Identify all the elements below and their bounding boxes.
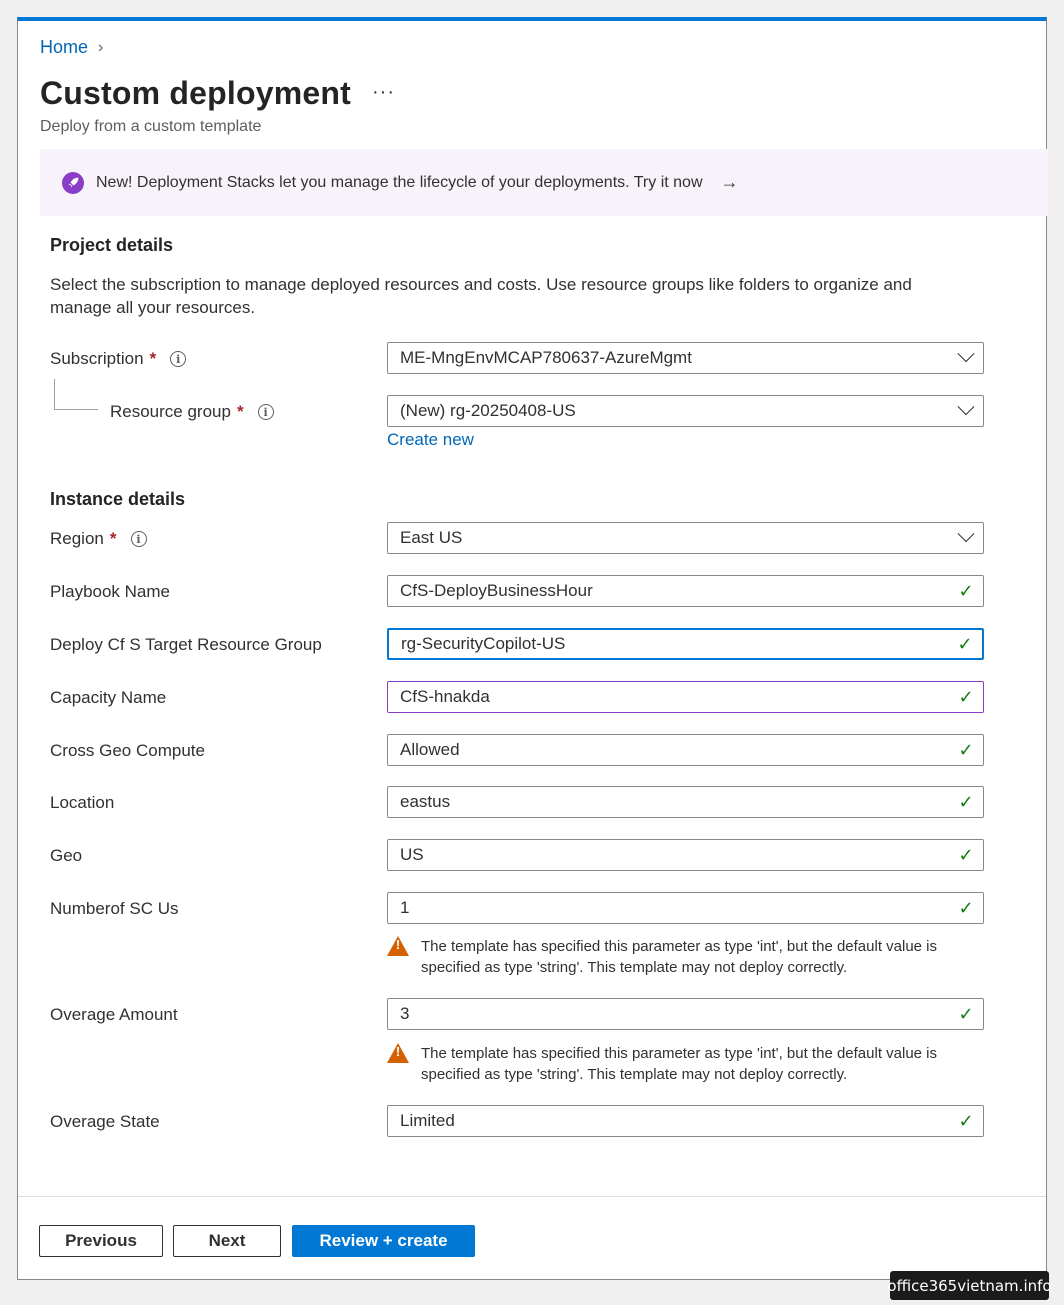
page-subtitle: Deploy from a custom template [40, 118, 262, 135]
rocket-icon [62, 171, 84, 194]
tree-connector [54, 409, 98, 410]
cross-geo-compute-input[interactable]: Allowed ✓ [387, 734, 984, 766]
review-create-button[interactable]: Review + create [292, 1225, 475, 1257]
warning-icon: ! [387, 936, 409, 956]
location-label: Location [50, 793, 115, 812]
location-input[interactable]: eastus ✓ [387, 786, 984, 818]
capacity-name-input[interactable]: CfS-hnakda ✓ [387, 681, 984, 713]
previous-button[interactable]: Previous [39, 1225, 163, 1257]
custom-deployment-window: Home › Custom deployment ··· Deploy from… [17, 17, 1048, 1280]
checkmark-icon: ✓ [958, 1110, 974, 1131]
checkmark-icon: ✓ [958, 897, 974, 918]
location-value: eastus [400, 792, 451, 811]
resource-group-dropdown[interactable]: (New) rg-20250408-US [387, 395, 984, 427]
checkmark-icon: ✓ [958, 1003, 974, 1024]
number-of-scus-value: 1 [400, 898, 410, 917]
geo-input[interactable]: US ✓ [387, 839, 984, 871]
overage-state-input[interactable]: Limited ✓ [387, 1105, 984, 1137]
required-marker: * [109, 529, 117, 548]
cross-geo-compute-label: Cross Geo Compute [50, 741, 205, 760]
region-label-text: Region [50, 529, 104, 548]
deployment-stacks-banner[interactable]: New! Deployment Stacks let you manage th… [40, 149, 1048, 216]
region-value: East US [400, 528, 463, 547]
checkmark-icon: ✓ [958, 580, 974, 601]
breadcrumb-home-link[interactable]: Home [40, 37, 88, 58]
next-button[interactable]: Next [173, 1225, 281, 1257]
overage-amount-value: 3 [400, 1004, 410, 1023]
arrow-right-icon[interactable]: → [721, 172, 739, 193]
info-icon[interactable]: i [257, 404, 274, 420]
required-marker: * [236, 402, 244, 421]
info-icon[interactable]: i [130, 531, 147, 547]
required-marker: * [149, 349, 157, 368]
resource-group-label: Resource group * i [110, 402, 274, 422]
checkmark-icon: ✓ [958, 844, 974, 865]
checkmark-icon: ✓ [958, 739, 974, 760]
subscription-value: ME-MngEnvMCAP780637-AzureMgmt [400, 348, 692, 367]
info-icon[interactable]: i [170, 351, 187, 367]
chevron-down-icon [957, 345, 975, 363]
more-options-button[interactable]: ··· [372, 81, 395, 104]
chevron-down-icon [957, 525, 975, 543]
capacity-name-label: Capacity Name [50, 688, 167, 707]
target-resource-group-label: Deploy Cf S Target Resource Group [50, 635, 322, 654]
target-resource-group-input[interactable]: rg-SecurityCopilot-US ✓ [387, 628, 984, 660]
region-label: Region * i [50, 529, 147, 549]
overage-state-value: Limited [400, 1111, 455, 1130]
project-details-description: Select the subscription to manage deploy… [50, 275, 912, 317]
cross-geo-compute-value: Allowed [400, 740, 460, 759]
create-new-link[interactable]: Create new [387, 430, 474, 450]
overage-amount-input[interactable]: 3 ✓ [387, 998, 984, 1030]
number-of-scus-label: Numberof SC Us [50, 899, 179, 918]
geo-label: Geo [50, 846, 83, 865]
project-details-heading: Project details [50, 235, 174, 255]
watermark: office365vietnam.info [887, 1271, 1052, 1300]
warning-icon: ! [387, 1043, 409, 1063]
playbook-name-value: CfS-DeployBusinessHour [400, 581, 593, 600]
playbook-name-input[interactable]: CfS-DeployBusinessHour ✓ [387, 575, 984, 607]
instance-details-heading: Instance details [50, 489, 186, 509]
checkmark-icon: ✓ [957, 633, 973, 654]
overage-amount-label: Overage Amount [50, 1005, 178, 1024]
tree-connector [54, 379, 55, 409]
subscription-label-text: Subscription [50, 349, 144, 368]
playbook-name-label: Playbook Name [50, 582, 171, 601]
warning-text: The template has specified this paramete… [421, 1045, 938, 1083]
resource-group-label-text: Resource group [110, 402, 231, 421]
overage-state-label: Overage State [50, 1112, 160, 1131]
warning-text: The template has specified this paramete… [421, 938, 938, 976]
checkmark-icon: ✓ [958, 686, 974, 707]
resource-group-value: (New) rg-20250408-US [400, 401, 576, 420]
capacity-name-value: CfS-hnakda [400, 687, 490, 706]
page-title: Custom deployment [40, 75, 351, 111]
checkmark-icon: ✓ [958, 791, 974, 812]
subscription-label: Subscription * i [50, 349, 187, 369]
chevron-right-icon: › [98, 38, 104, 56]
number-of-scus-input[interactable]: 1 ✓ [387, 892, 984, 924]
region-dropdown[interactable]: East US [387, 522, 984, 554]
chevron-down-icon [957, 398, 975, 416]
type-warning: ! The template has specified this parame… [387, 1043, 967, 1085]
banner-text: New! Deployment Stacks let you manage th… [96, 173, 703, 191]
target-resource-group-value: rg-SecurityCopilot-US [401, 634, 566, 653]
geo-value: US [400, 845, 424, 864]
breadcrumb: Home › [40, 37, 103, 58]
type-warning: ! The template has specified this parame… [387, 936, 967, 978]
footer-divider [18, 1196, 1046, 1197]
subscription-dropdown[interactable]: ME-MngEnvMCAP780637-AzureMgmt [387, 342, 984, 374]
